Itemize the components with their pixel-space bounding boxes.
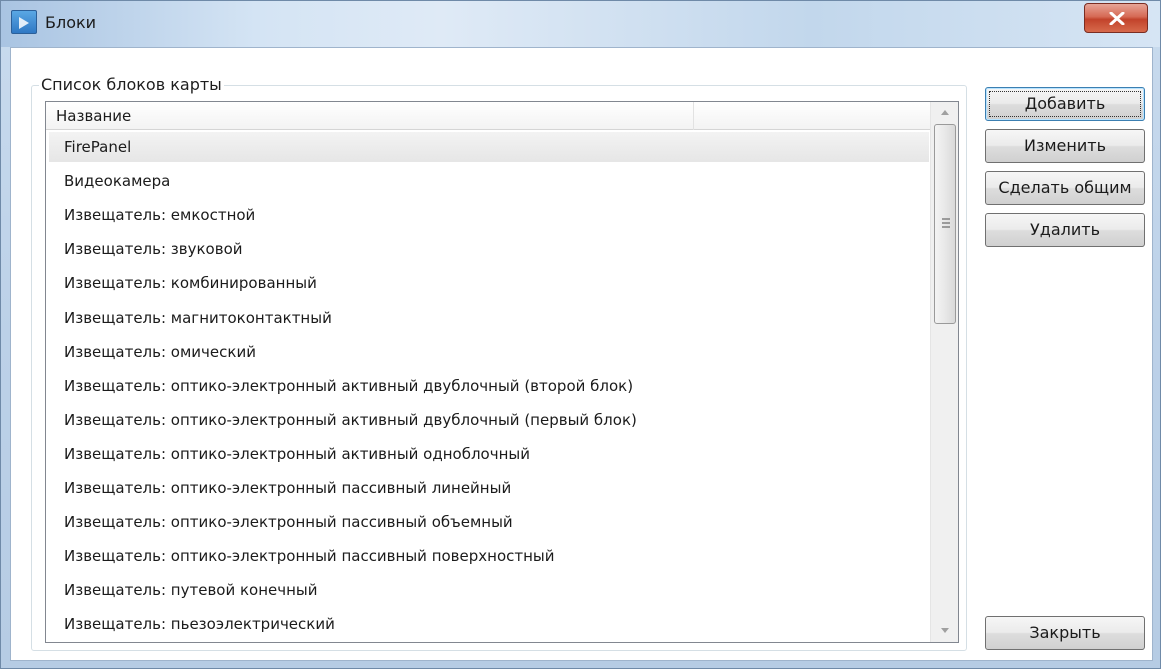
groupbox-label: Список блоков карты <box>39 75 224 94</box>
blocks-window: Блоки Список блоков карты Название FireP… <box>0 0 1161 669</box>
list-item-label: Извещатель: пьезоэлектрический <box>64 615 335 634</box>
list-item[interactable]: Извещатель: комбинированный <box>49 268 929 298</box>
list-item[interactable]: Извещатель: оптико-электронный пассивный… <box>49 507 929 537</box>
list-item[interactable]: Извещатель: пьезоэлектрический <box>49 609 929 639</box>
edit-button-label: Изменить <box>1024 136 1106 155</box>
window-title: Блоки <box>45 13 97 32</box>
list-item-label: Извещатель: оптико-электронный пассивный… <box>64 513 513 532</box>
list-item-label: Извещатель: магнитоконтактный <box>64 308 332 327</box>
add-button[interactable]: Добавить <box>985 87 1145 121</box>
list-item[interactable]: Извещатель: звуковой <box>49 234 929 264</box>
list-item[interactable]: Извещатель: магнитоконтактный <box>49 303 929 333</box>
list-item-label: Видеокамера <box>64 172 171 191</box>
list-item[interactable]: Извещатель: оптико-электронный пассивный… <box>49 541 929 571</box>
scroll-up-icon <box>941 110 949 115</box>
focus-rect <box>989 91 1141 117</box>
close-button-label: Закрыть <box>1029 623 1101 642</box>
close-x-icon <box>1109 12 1125 25</box>
grip-icon <box>942 218 950 228</box>
list-item[interactable]: Извещатель: емкостной <box>49 200 929 230</box>
list-item[interactable]: Видеокамера <box>49 166 929 196</box>
make-common-button[interactable]: Сделать общим <box>985 171 1145 205</box>
list-item[interactable]: Извещатель: оптико-электронный активный … <box>49 439 929 469</box>
list-header: Название <box>46 102 930 130</box>
blocks-list[interactable]: Название FirePanel Видеокамера Извещатель:… <box>45 101 959 643</box>
make-common-button-label: Сделать общим <box>998 178 1132 197</box>
scroll-down-icon <box>941 628 949 633</box>
list-item-label: Извещатель: оптико-электронный активный … <box>64 376 634 395</box>
list-item-label: Извещатель: оптико-электронный активный … <box>64 410 637 429</box>
scroll-down-button[interactable] <box>931 620 958 642</box>
list-item[interactable]: Извещатель: оптико-электронный активный … <box>49 405 929 435</box>
list-item-label: Извещатель: омический <box>64 342 256 361</box>
close-window-button[interactable] <box>1084 3 1148 33</box>
delete-button-label: Удалить <box>1030 220 1100 239</box>
column-header-empty[interactable] <box>694 102 930 130</box>
list-item-label: Извещатель: путевой конечный <box>64 581 318 600</box>
list-item-label: Извещатель: емкостной <box>64 206 256 225</box>
list-item-label: Извещатель: звуковой <box>64 240 243 259</box>
list-item[interactable]: Извещатель: оптико-электронный пассивный… <box>49 473 929 503</box>
app-icon <box>11 10 37 34</box>
delete-button[interactable]: Удалить <box>985 213 1145 247</box>
list-item[interactable]: Извещатель: омический <box>49 337 929 367</box>
list-item[interactable]: FirePanel <box>49 132 929 162</box>
column-header-name[interactable]: Название <box>46 102 694 130</box>
scroll-thumb[interactable] <box>934 124 956 324</box>
list-item-label: Извещатель: комбинированный <box>64 274 317 293</box>
edit-button[interactable]: Изменить <box>985 129 1145 163</box>
list-item-label: FirePanel <box>64 138 132 156</box>
title-bar[interactable]: Блоки <box>1 1 1160 47</box>
close-button[interactable]: Закрыть <box>985 616 1145 650</box>
list-item-label: Извещатель: оптико-электронный пассивный… <box>64 479 512 497</box>
list-item-label: Извещатель: оптико-электронный пассивный… <box>64 547 555 566</box>
scroll-up-button[interactable] <box>931 102 958 124</box>
list-item-label: Извещатель: оптико-электронный активный … <box>64 444 530 463</box>
vertical-scrollbar[interactable] <box>930 102 958 642</box>
list-item[interactable]: Извещатель: оптико-электронный активный … <box>49 371 929 401</box>
list-item[interactable]: Извещатель: путевой конечный <box>49 575 929 605</box>
